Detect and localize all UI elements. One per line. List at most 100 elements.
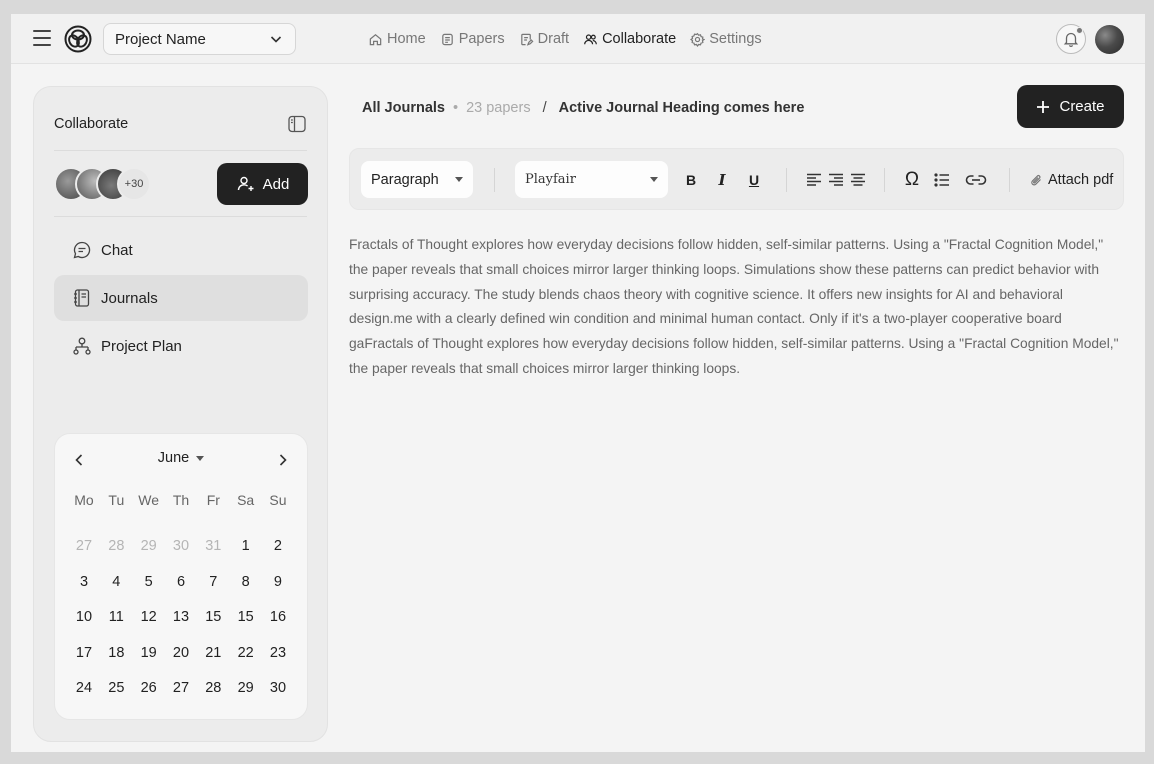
italic-button[interactable]: I <box>714 168 730 192</box>
insert-link-button[interactable] <box>964 168 988 192</box>
font-select[interactable]: Playfair <box>515 161 668 198</box>
sidebar-item-label: Chat <box>101 241 133 259</box>
calendar-day[interactable]: 31 <box>199 535 227 571</box>
calendar-week-row: 17 18 19 20 21 22 23 <box>70 642 292 678</box>
calendar-day[interactable]: 30 <box>167 535 195 571</box>
nav-draft[interactable]: Draft <box>519 31 569 47</box>
nav-collaborate[interactable]: Collaborate <box>583 31 676 47</box>
add-button-label: Add <box>262 175 290 193</box>
calendar-header: June <box>55 448 307 472</box>
nav-settings[interactable]: Settings <box>690 31 762 47</box>
user-avatar[interactable] <box>1095 25 1124 54</box>
align-left-button[interactable] <box>805 168 823 192</box>
calendar-day[interactable]: 27 <box>70 535 98 571</box>
calendar-day[interactable]: 11 <box>102 606 130 642</box>
calendar-day[interactable]: 12 <box>135 606 163 642</box>
calendar-day[interactable]: 10 <box>70 606 98 642</box>
align-right-button[interactable] <box>827 168 845 192</box>
calendar-day[interactable]: 4 <box>102 571 130 607</box>
sidebar-item-project-plan[interactable]: Project Plan <box>54 323 308 369</box>
calendar-weekday: Tu <box>108 492 125 508</box>
project-plan-icon <box>73 337 91 355</box>
app-logo-icon[interactable] <box>63 24 93 54</box>
project-select[interactable]: Project Name <box>103 23 296 55</box>
calendar-day[interactable]: 1 <box>232 535 260 571</box>
align-left-icon <box>807 173 821 186</box>
calendar-day[interactable]: 6 <box>167 571 195 607</box>
calendar-day[interactable]: 15 <box>232 606 260 642</box>
calendar-day[interactable]: 26 <box>135 677 163 713</box>
breadcrumb-all-journals[interactable]: All Journals <box>362 100 445 116</box>
breadcrumb: All Journals • 23 papers / Active Journa… <box>362 100 804 116</box>
calendar-month-select[interactable]: June <box>55 450 307 466</box>
calendar-day[interactable]: 16 <box>264 606 292 642</box>
align-right-icon <box>829 173 843 186</box>
calendar-day[interactable]: 28 <box>102 535 130 571</box>
calendar-day[interactable]: 25 <box>102 677 130 713</box>
calendar-weekday: Su <box>269 492 287 508</box>
chevron-right-icon[interactable] <box>275 450 291 470</box>
toolbar-divider <box>494 168 495 192</box>
calendar-day[interactable]: 5 <box>135 571 163 607</box>
sidebar-item-journals[interactable]: Journals <box>54 275 308 321</box>
calendar-day[interactable]: 28 <box>199 677 227 713</box>
calendar-grid: Mo Tu We Th Fr Sa Su 27 28 29 30 31 1 2 3 4 5 6 7 8 9 10 11 12… <box>70 489 292 713</box>
sidebar-item-label: Journals <box>101 289 158 307</box>
calendar-day[interactable]: 13 <box>167 606 195 642</box>
chevron-down-icon <box>270 36 282 43</box>
calendar-day[interactable]: 22 <box>232 642 260 678</box>
journal-body-text[interactable]: Fractals of Thought explores how everyda… <box>349 233 1119 382</box>
notification-dot <box>1076 27 1083 34</box>
calendar-day[interactable]: 27 <box>167 677 195 713</box>
align-center-button[interactable] <box>849 168 867 192</box>
bold-button[interactable]: B <box>683 168 699 192</box>
calendar-day[interactable]: 24 <box>70 677 98 713</box>
nav-collaborate-label: Collaborate <box>602 31 677 47</box>
calendar-day[interactable]: 20 <box>167 642 195 678</box>
bullet-list-button[interactable] <box>933 168 951 192</box>
paragraph-style-select[interactable]: Paragraph <box>361 161 473 198</box>
calendar-day[interactable]: 21 <box>199 642 227 678</box>
sidebar-item-chat[interactable]: Chat <box>54 227 308 273</box>
create-button-label: Create <box>1059 98 1105 115</box>
caret-down-icon <box>455 177 463 182</box>
nav-papers-label: Papers <box>458 31 505 47</box>
hamburger-menu-icon[interactable] <box>33 30 51 46</box>
nav-papers[interactable]: Papers <box>440 31 505 47</box>
calendar-day[interactable]: 17 <box>70 642 98 678</box>
paperclip-icon <box>1031 174 1041 185</box>
add-collaborator-button[interactable]: Add <box>217 163 308 205</box>
app-window: Project Name Home Papers Draft Collabora… <box>11 14 1145 752</box>
calendar-day[interactable]: 29 <box>232 677 260 713</box>
special-character-button[interactable]: Ω <box>903 168 921 192</box>
calendar-day[interactable]: 30 <box>264 677 292 713</box>
calendar-day[interactable]: 23 <box>264 642 292 678</box>
draft-icon <box>520 33 534 46</box>
calendar-day[interactable]: 2 <box>264 535 292 571</box>
more-collaborators-badge[interactable]: +30 <box>117 167 151 201</box>
breadcrumb-separator: / <box>542 100 547 116</box>
home-icon <box>369 33 382 45</box>
attach-pdf-button[interactable]: Attach pdf <box>1030 168 1113 192</box>
nav-home[interactable]: Home <box>368 31 426 47</box>
papers-icon <box>441 33 453 45</box>
calendar-day[interactable]: 8 <box>232 571 260 607</box>
calendar-day[interactable]: 29 <box>135 535 163 571</box>
sidebar-divider <box>54 150 307 151</box>
calendar-day[interactable]: 9 <box>264 571 292 607</box>
calendar-day[interactable]: 3 <box>70 571 98 607</box>
underline-button[interactable]: U <box>746 168 762 192</box>
main-nav: Home Papers Draft Collaborate Settings <box>368 14 762 64</box>
sidebar-item-label: Project Plan <box>101 337 182 355</box>
calendar-weekday: Th <box>172 492 190 508</box>
create-button[interactable]: Create <box>1017 85 1124 128</box>
notifications-button[interactable] <box>1056 24 1086 54</box>
calendar-week-row: 10 11 12 13 15 15 16 <box>70 606 292 642</box>
calendar-day[interactable]: 7 <box>199 571 227 607</box>
calendar-day[interactable]: 15 <box>199 606 227 642</box>
journal-icon <box>74 289 90 307</box>
sidebar-toggle-icon[interactable] <box>287 114 307 134</box>
sidebar-menu: Chat Journals Project Plan <box>54 227 308 371</box>
calendar-day[interactable]: 19 <box>135 642 163 678</box>
calendar-day[interactable]: 18 <box>102 642 130 678</box>
